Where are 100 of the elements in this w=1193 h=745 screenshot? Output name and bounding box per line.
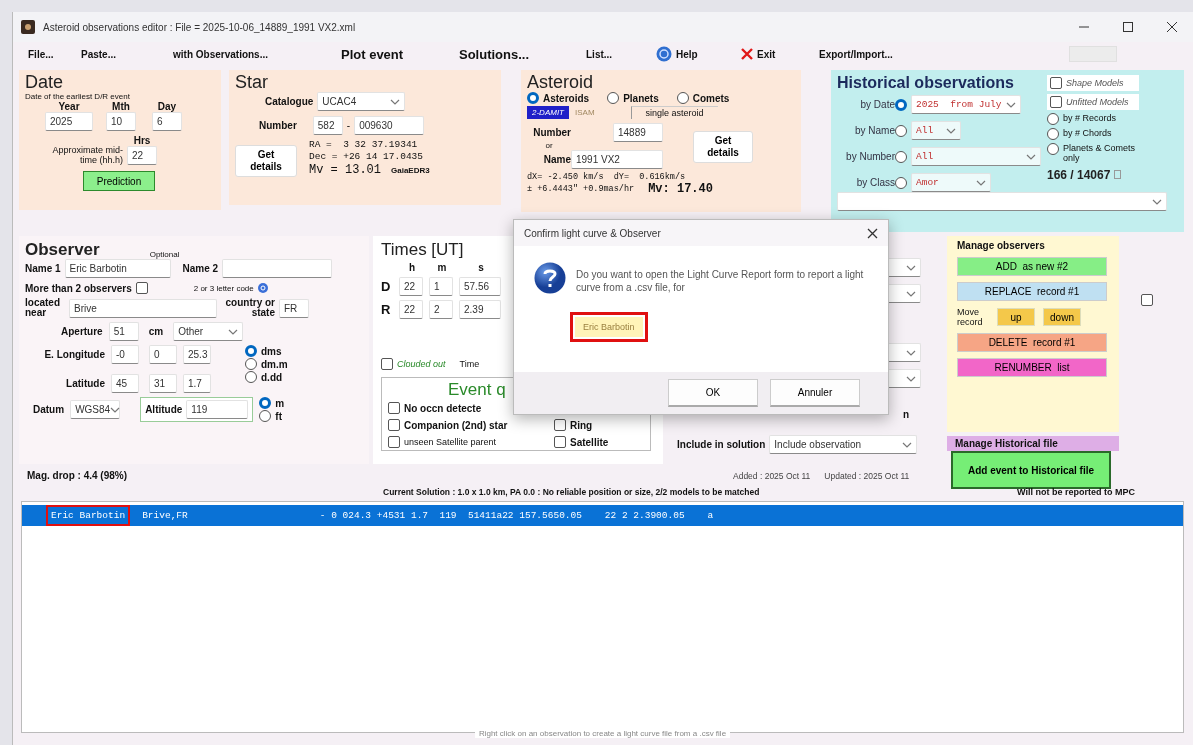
menu-item[interactable]: File... bbox=[28, 48, 54, 60]
field-label: Altitude bbox=[145, 404, 183, 415]
section-title: Event q bbox=[448, 380, 507, 400]
radio-label: d.dd bbox=[261, 371, 283, 383]
magnitude-text: Mv = 13.01 bbox=[309, 163, 381, 177]
radio-label: m bbox=[275, 397, 285, 409]
input-field[interactable]: 25.3 bbox=[183, 345, 211, 364]
include-select[interactable]: Include observation bbox=[769, 435, 918, 454]
option-label: Companion (2nd) star bbox=[404, 419, 508, 431]
field-label: or bbox=[545, 142, 553, 150]
status-text: Added : 2025 Oct 11 bbox=[733, 470, 811, 481]
filter-label: by Name bbox=[854, 125, 895, 136]
coordinate-text: RA = 3 32 37.19341 bbox=[309, 139, 419, 150]
input-field[interactable]: 009630 bbox=[354, 116, 425, 135]
filter-select[interactable]: 2025 from July bbox=[911, 95, 1021, 114]
radio-label: Planets bbox=[623, 92, 659, 104]
manage-button[interactable]: RENUMBER list bbox=[957, 358, 1107, 377]
status-text: Will not be reported to MPC bbox=[1017, 487, 1135, 497]
field-label: Time bbox=[459, 359, 480, 369]
manage-button[interactable]: REPLACE record #1 bbox=[957, 282, 1107, 301]
magnitude-text: Mv: 17.40 bbox=[648, 182, 713, 196]
ok-button[interactable]: OK bbox=[668, 379, 758, 407]
radio-label: Comets bbox=[692, 92, 730, 104]
hint-text: Date of the earliest D/R event bbox=[25, 92, 130, 101]
dialog-message: Do you want to open the Light Curve Report form to report a light curve from a .csv file, for bbox=[576, 268, 865, 294]
input-field[interactable]: 0 bbox=[149, 345, 177, 364]
input-field[interactable]: 582 bbox=[312, 116, 343, 135]
status-text: Mag. drop : 4.4 (98%) bbox=[27, 470, 128, 481]
hint-text: Optional bbox=[149, 250, 180, 259]
get-details-button[interactable]: Get details bbox=[693, 131, 753, 163]
historical-button[interactable]: Add event to Historical file bbox=[951, 451, 1111, 489]
filter-select[interactable]: Amor bbox=[911, 173, 991, 192]
input-field[interactable]: 22 bbox=[399, 300, 423, 319]
field-label: Aperture bbox=[61, 326, 103, 337]
input-field[interactable]: 1 bbox=[429, 277, 453, 296]
manage-button[interactable]: ADD as new #2 bbox=[957, 257, 1107, 276]
field-label: Day bbox=[157, 101, 177, 112]
datum-select[interactable]: WGS84 bbox=[70, 400, 121, 419]
input-field[interactable]: 1.7 bbox=[183, 374, 211, 393]
option-label: Ring bbox=[570, 419, 593, 431]
column-header: s bbox=[477, 262, 485, 273]
input-field[interactable]: 119 bbox=[186, 400, 249, 419]
input-field[interactable]: FR bbox=[279, 298, 309, 318]
observer-name: Eric Barbotin bbox=[51, 510, 126, 521]
filter-select[interactable]: All bbox=[911, 121, 961, 140]
menu-item[interactable]: Help bbox=[656, 46, 698, 62]
prediction-button[interactable]: Prediction bbox=[83, 171, 155, 191]
count-text: 166 / 14067 bbox=[1047, 168, 1111, 182]
motion-text: dX= -2.450 km/s dY= 0.616km/s bbox=[527, 172, 687, 182]
field-label: located near bbox=[25, 298, 61, 318]
menu-item[interactable]: Exit bbox=[741, 48, 776, 60]
input-field[interactable]: 2.39 bbox=[459, 300, 501, 319]
input-field[interactable]: 31 bbox=[149, 374, 177, 393]
field-label: Name bbox=[543, 154, 571, 165]
input-field[interactable]: 45 bbox=[111, 374, 139, 393]
input-field[interactable]: 1991 VX2 bbox=[571, 150, 663, 169]
option-label: Shape Models bbox=[1066, 78, 1124, 88]
input-field[interactable]: Eric Barbotin bbox=[64, 259, 171, 278]
input-field[interactable]: 22 bbox=[399, 277, 423, 296]
menu-item[interactable]: Solutions... bbox=[459, 46, 530, 62]
input-field[interactable]: 14889 bbox=[613, 123, 663, 142]
menu-item[interactable]: Paste... bbox=[81, 48, 117, 60]
coordinate-text: Dec = +26 14 17.0435 bbox=[309, 151, 425, 162]
input-field[interactable]: 6 bbox=[152, 112, 182, 131]
section-title: Manage Historical file bbox=[947, 436, 1119, 451]
input-field[interactable]: 10 bbox=[106, 112, 136, 131]
menu-item[interactable]: Plot event bbox=[341, 46, 404, 62]
input-field[interactable]: 22 bbox=[127, 146, 157, 165]
event-label: D bbox=[381, 279, 392, 294]
input-field[interactable]: 2 bbox=[429, 300, 453, 319]
section-title: Asteroid bbox=[527, 73, 595, 92]
status-text: Current Solution : 1.0 x 1.0 km, PA 0.0 : No reliable position or size, 2/2 models to be matched bbox=[383, 487, 761, 497]
up-button[interactable]: up bbox=[997, 308, 1035, 326]
model-label: ISAM bbox=[575, 108, 595, 117]
input-field[interactable]: -0 bbox=[111, 345, 139, 364]
input-field[interactable]: 51 bbox=[108, 322, 139, 341]
input-field[interactable]: 57.56 bbox=[459, 277, 501, 296]
field-label: Include in solution bbox=[677, 439, 766, 450]
dialog-title: Confirm light curve & Observer bbox=[524, 227, 661, 239]
telescope-select[interactable]: Other bbox=[173, 322, 244, 341]
observation-row[interactable]: Eric Barbotin Brive,FR - 0 024.3 +4531 1.7 119 51411a22 157.5650.05 22 2 2.3900.05 a bbox=[22, 505, 1183, 526]
cancel-button[interactable]: Annuler bbox=[770, 379, 860, 407]
radio-label: Asteroids bbox=[543, 92, 590, 104]
filter-select[interactable]: All bbox=[911, 147, 1041, 166]
catalogue-select[interactable]: UCAC4 bbox=[317, 92, 406, 111]
mode-label: single asteroid bbox=[630, 106, 718, 119]
input-field[interactable]: 2025 bbox=[45, 112, 93, 131]
field-label: Approximate mid-time (hh.h) bbox=[51, 145, 123, 165]
menu-item[interactable]: List... bbox=[586, 48, 613, 60]
get-details-button[interactable]: Get details bbox=[235, 145, 297, 177]
field-label: Name 1 bbox=[25, 263, 61, 274]
menu-item[interactable]: with Observations... bbox=[173, 48, 269, 60]
manage-button[interactable]: DELETE record #1 bbox=[957, 333, 1107, 352]
input-field[interactable]: Brive bbox=[69, 298, 217, 318]
observer-name: Eric Barbotin bbox=[575, 317, 643, 337]
filter-label: by Number bbox=[845, 151, 895, 162]
down-button[interactable]: down bbox=[1043, 308, 1081, 326]
radio-label: dms bbox=[261, 345, 282, 357]
section-title: Date bbox=[25, 73, 64, 92]
menu-item[interactable]: Export/Import... bbox=[819, 48, 893, 60]
